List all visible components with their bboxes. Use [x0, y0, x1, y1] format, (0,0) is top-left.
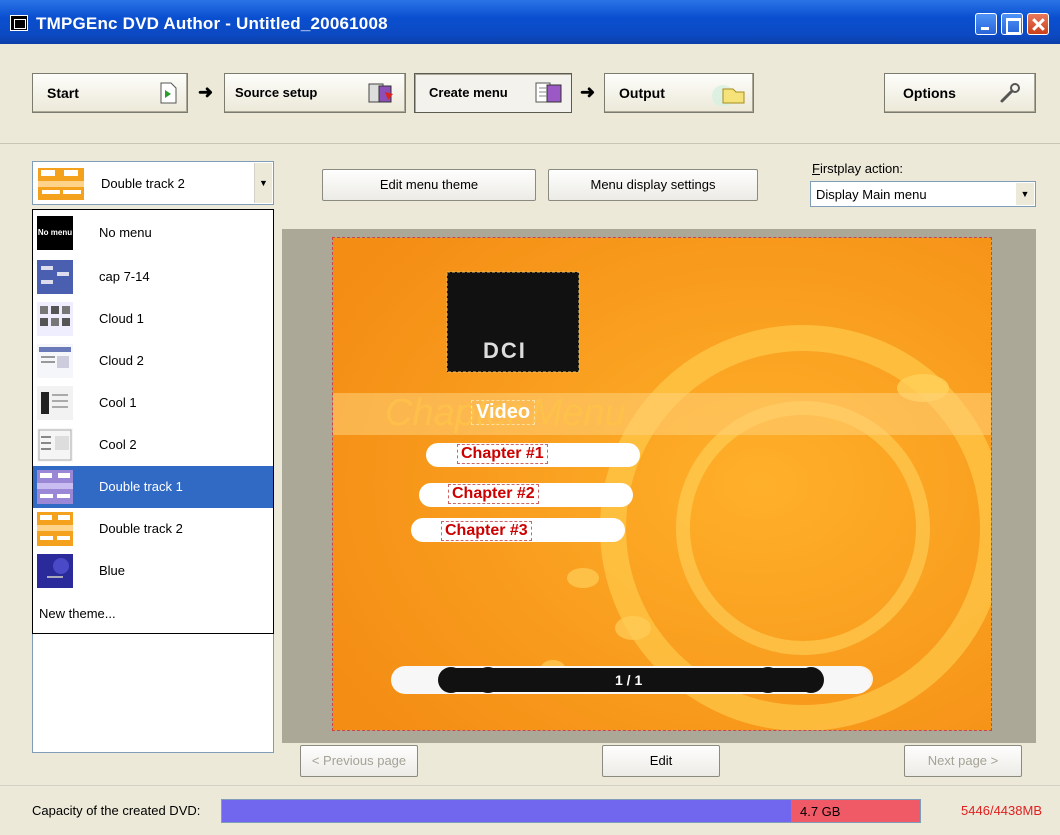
step-create-menu-label: Create menu — [429, 85, 508, 100]
theme-option-cool-2[interactable]: Cool 2 — [33, 424, 273, 466]
capacity-label: Capacity of the created DVD: — [32, 803, 201, 818]
theme-thumbnail — [37, 344, 73, 378]
menu-theme-select[interactable]: Double track 2 ▼ — [32, 161, 274, 205]
chevron-down-icon[interactable]: ▼ — [254, 163, 272, 203]
capacity-bar: Capacity of the created DVD: 4.7 GB 5446… — [0, 785, 1060, 835]
theme-option-label: Cool 1 — [99, 395, 137, 410]
menu-doc-icon — [535, 82, 562, 103]
theme-option-label: No menu — [99, 225, 152, 240]
step-source-label: Source setup — [235, 85, 318, 100]
maximize-button[interactable] — [1001, 13, 1023, 35]
theme-option-cool-1[interactable]: Cool 1 — [33, 382, 273, 424]
no-menu-thumbnail: No menu — [37, 216, 73, 250]
menu-display-settings-button[interactable]: Menu display settings — [548, 169, 758, 201]
theme-option-cap-7-14[interactable]: cap 7-14 — [33, 256, 273, 298]
theme-option-label: Double track 2 — [99, 521, 183, 536]
theme-option-label: Cloud 2 — [99, 353, 144, 368]
theme-thumbnail — [37, 302, 73, 336]
theme-option-no-menu[interactable]: No menu No menu — [33, 212, 273, 254]
menu-theme-value: Double track 2 — [101, 176, 185, 191]
step-start-button[interactable]: Start — [32, 73, 188, 113]
wrench-icon — [1000, 83, 1020, 103]
page-indicator: 1 / 1 — [615, 672, 643, 688]
arrow-icon: ➜ — [580, 82, 596, 102]
theme-option-label: Cloud 1 — [99, 311, 144, 326]
step-toolbar: Start ➜ Source setup ➜ Create menu ➜ Out… — [0, 44, 1060, 144]
page-arrow-icon — [160, 82, 177, 104]
app-icon[interactable] — [10, 15, 28, 31]
firstplay-label: Firstplay action: — [812, 161, 903, 176]
theme-thumbnail — [37, 470, 73, 504]
theme-option-label: Cool 2 — [99, 437, 137, 452]
theme-option-double-track-2[interactable]: Double track 2 — [33, 508, 273, 550]
menu-logo: DCI — [483, 338, 527, 363]
firstplay-action-value: Display Main menu — [816, 187, 927, 202]
options-label: Options — [903, 85, 956, 101]
close-button[interactable] — [1027, 13, 1049, 35]
chapter-button-1[interactable]: Chapter #1 — [457, 444, 548, 464]
next-page-button[interactable]: Next page > — [904, 745, 1022, 777]
capacity-usage-text: 5446/4438MB — [961, 803, 1042, 818]
theme-option-double-track-1[interactable]: Double track 1 — [33, 466, 273, 508]
new-theme-option[interactable]: New theme... — [39, 606, 116, 621]
minimize-button[interactable] — [975, 13, 997, 35]
chapter-button-3[interactable]: Chapter #3 — [441, 521, 532, 541]
menu-background — [333, 238, 991, 730]
step-source-setup-button[interactable]: Source setup — [224, 73, 406, 113]
theme-thumbnail — [37, 554, 73, 588]
step-output-label: Output — [619, 85, 665, 101]
theme-thumbnail — [38, 168, 84, 200]
edit-button[interactable]: Edit — [602, 745, 720, 777]
menu-title[interactable]: Video — [471, 400, 536, 425]
step-create-menu-button[interactable]: Create menu — [414, 73, 572, 113]
chevron-down-icon[interactable]: ▼ — [1016, 183, 1034, 205]
theme-thumbnail — [37, 428, 73, 462]
theme-thumbnail — [37, 260, 73, 294]
theme-dropdown-list[interactable]: No menu No menu cap 7-14 Cloud 1 Cloud 2… — [32, 209, 274, 634]
firstplay-label-text: irstplay action: — [819, 161, 904, 176]
film-add-icon — [368, 83, 393, 103]
step-output-button[interactable]: Output — [604, 73, 754, 113]
theme-option-label: Blue — [99, 563, 126, 578]
folder-disc-icon — [712, 85, 745, 106]
menu-preview[interactable]: DCI Chapter Menu Video Chapter #1 Chapte… — [332, 237, 992, 731]
capacity-gb-marker: 4.7 GB — [800, 804, 841, 819]
firstplay-hotkey: F — [812, 161, 820, 176]
theme-thumbnail — [37, 386, 73, 420]
capacity-fill — [222, 800, 791, 822]
step-start-label: Start — [47, 85, 79, 101]
theme-option-label: Double track 1 — [99, 479, 183, 494]
previous-page-button[interactable]: < Previous page — [300, 745, 418, 777]
title-bar: TMPGEnc DVD Author - Untitled_20061008 — [0, 0, 1060, 44]
theme-option-blue[interactable]: Blue — [33, 550, 273, 592]
theme-option-label: cap 7-14 — [99, 269, 150, 284]
capacity-progress: 4.7 GB — [221, 799, 921, 823]
chapter-button-2[interactable]: Chapter #2 — [448, 484, 539, 504]
theme-thumbnail — [37, 512, 73, 546]
firstplay-action-select[interactable]: Display Main menu ▼ — [810, 181, 1036, 207]
theme-option-cloud-2[interactable]: Cloud 2 — [33, 340, 273, 382]
theme-option-cloud-1[interactable]: Cloud 1 — [33, 298, 273, 340]
window-title: TMPGEnc DVD Author - Untitled_20061008 — [36, 14, 388, 33]
options-button[interactable]: Options — [884, 73, 1036, 113]
edit-menu-theme-button[interactable]: Edit menu theme — [322, 169, 536, 201]
arrow-icon: ➜ — [198, 82, 214, 102]
